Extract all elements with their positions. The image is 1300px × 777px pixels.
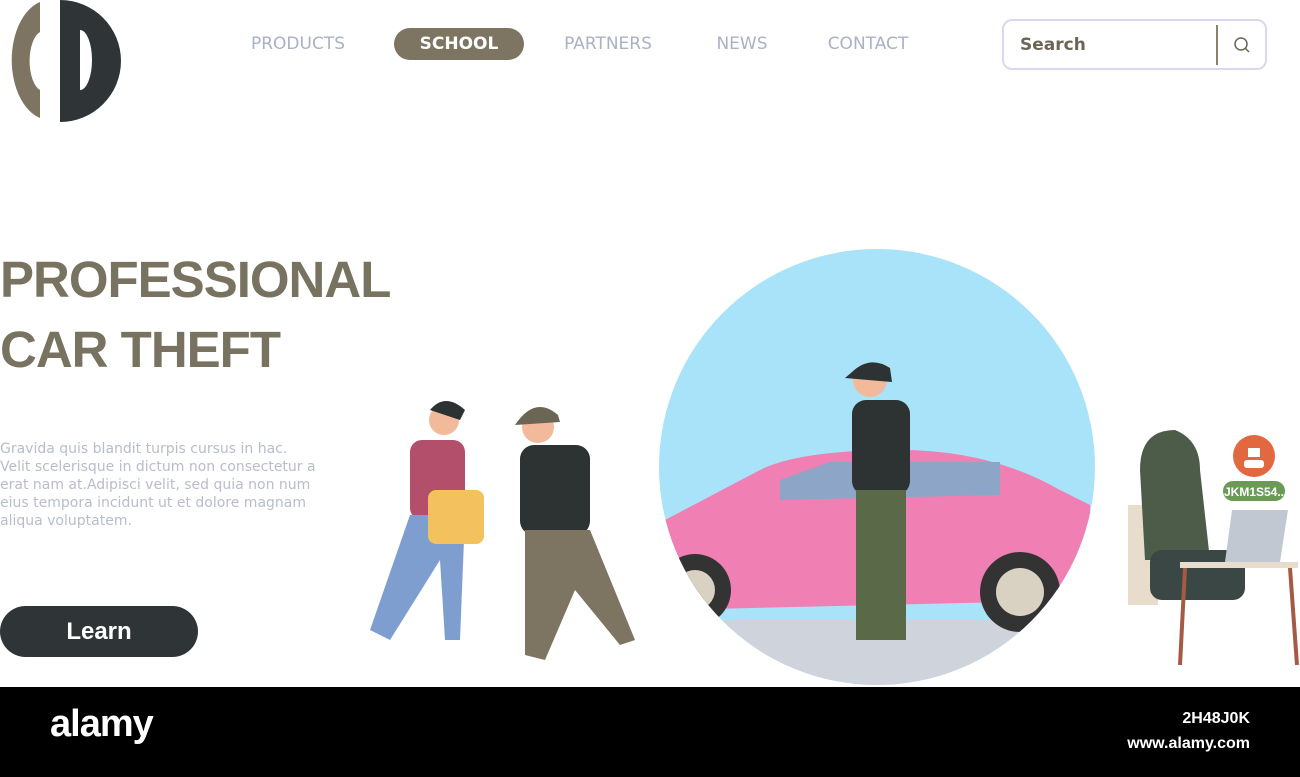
nav-products[interactable]: PRODUCTS [242, 28, 354, 60]
hero-description: Gravida quis blandit turpis cursus in ha… [0, 441, 316, 529]
search-box [1002, 19, 1267, 70]
plate-badge-text: JKM1S54.. [1224, 485, 1284, 499]
search-input[interactable] [1020, 33, 1210, 57]
nav-contact[interactable]: CONTACT [822, 28, 914, 60]
watermark-bar: alamy 2H48J0K www.alamy.com [0, 687, 1300, 777]
search-icon[interactable] [1232, 35, 1252, 55]
pickpocket [515, 407, 635, 660]
page-title: PROFESSIONAL CAR THEFT [0, 251, 391, 378]
nav-partners[interactable]: PARTNERS [558, 28, 658, 60]
nav-news[interactable]: NEWS [710, 28, 774, 60]
learn-button[interactable]: Learn [0, 606, 198, 657]
watermark-image-id: 2H48J0K [1182, 710, 1250, 727]
watermark-brand: alamy [50, 703, 154, 745]
victim-woman [370, 401, 484, 640]
logo[interactable] [0, 0, 122, 122]
car-theft-illustration: JKM1S54.. [370, 249, 1299, 685]
nav-school[interactable]: SCHOOL [394, 28, 524, 60]
watermark-url: www.alamy.com [1127, 735, 1250, 752]
search-divider [1216, 25, 1218, 65]
